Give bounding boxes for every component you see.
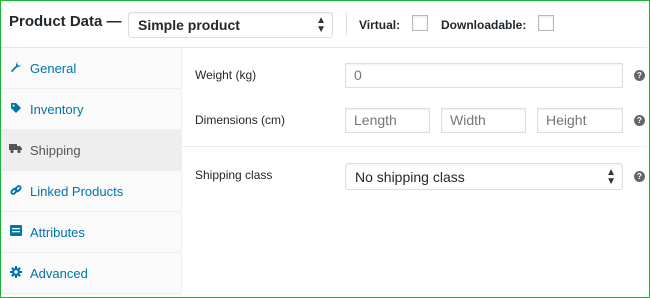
section-divider <box>182 146 647 147</box>
tab-label: General <box>30 61 77 76</box>
height-input[interactable]: Height <box>537 108 623 133</box>
truck-icon <box>9 143 22 156</box>
virtual-label: Virtual: <box>359 18 401 32</box>
product-data-tabs: General Inventory Shipping Linked Produc… <box>1 48 182 295</box>
downloadable-label: Downloadable: <box>441 18 527 32</box>
tab-label: Shipping <box>30 143 81 158</box>
list-icon <box>9 225 22 238</box>
weight-input[interactable]: 0 <box>345 63 623 88</box>
header-separator <box>346 13 347 35</box>
help-icon[interactable]: ? <box>634 115 645 126</box>
shipping-class-select[interactable]: No shipping class ▲ ▼ <box>345 163 623 190</box>
width-input[interactable]: Width <box>441 108 526 133</box>
tab-shipping[interactable]: Shipping <box>1 130 182 171</box>
length-input[interactable]: Length <box>345 108 430 133</box>
wrench-icon <box>9 61 22 74</box>
tab-label: Inventory <box>30 102 84 117</box>
product-data-title: Product Data — <box>9 13 122 30</box>
select-arrows-icon: ▲ ▼ <box>316 15 326 35</box>
product-data-header: Product Data — Simple product ▲ ▼ Virtual… <box>1 1 647 48</box>
weight-label: Weight (kg) <box>195 68 257 82</box>
select-arrows-icon: ▲ ▼ <box>606 167 616 187</box>
shipping-class-label: Shipping class <box>195 168 273 182</box>
tab-inventory[interactable]: Inventory <box>1 89 182 130</box>
shipping-class-value: No shipping class <box>355 169 465 185</box>
shipping-options-panel: Weight (kg) 0 ? Dimensions (cm) Length W… <box>182 48 647 295</box>
tab-label: Advanced <box>30 266 88 281</box>
tab-attributes[interactable]: Attributes <box>1 212 182 253</box>
tab-advanced[interactable]: Advanced <box>1 253 182 294</box>
help-icon[interactable]: ? <box>634 171 645 182</box>
product-data-panel: Product Data — Simple product ▲ ▼ Virtual… <box>1 1 647 295</box>
dimensions-label: Dimensions (cm) <box>195 113 286 127</box>
gear-icon <box>9 266 22 279</box>
product-type-select[interactable]: Simple product ▲ ▼ <box>128 12 333 38</box>
tab-linked-products[interactable]: Linked Products <box>1 171 182 212</box>
tab-label: Attributes <box>30 225 85 240</box>
help-icon[interactable]: ? <box>634 70 645 81</box>
downloadable-checkbox[interactable] <box>538 15 554 31</box>
tab-general[interactable]: General <box>1 48 182 89</box>
virtual-checkbox[interactable] <box>412 15 428 31</box>
product-type-value: Simple product <box>138 17 240 33</box>
tag-icon <box>9 102 22 115</box>
link-icon <box>9 184 22 197</box>
tab-label: Linked Products <box>30 184 124 199</box>
